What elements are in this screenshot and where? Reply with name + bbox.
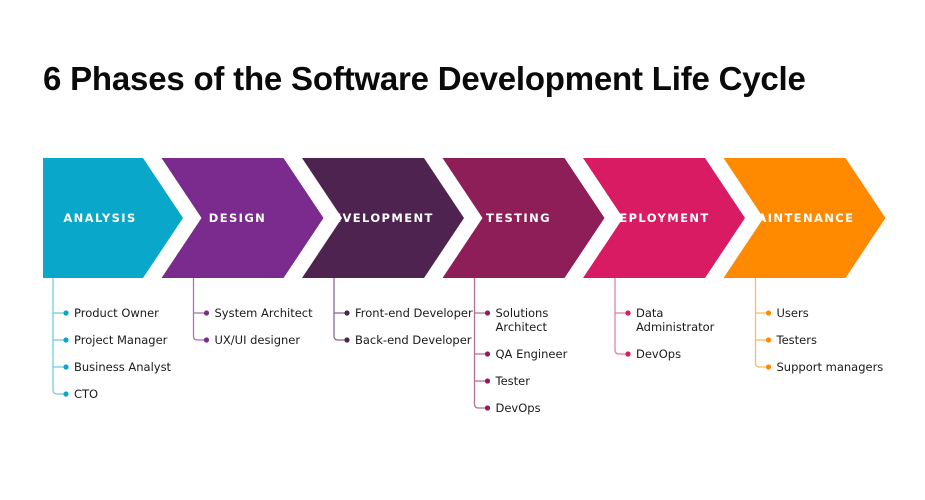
role-text-line: Architect xyxy=(496,320,548,334)
role-text-line: Front-end Developer xyxy=(355,306,473,320)
phase-label: ANALYSIS xyxy=(63,211,136,225)
connector-line xyxy=(52,278,58,395)
phase-deployment: DEPLOYMENT Data Administrator DevOps xyxy=(583,158,745,361)
role-text-line: Solutions xyxy=(496,306,549,320)
phase-design: DESIGN System Architect UX/UI designer xyxy=(161,158,324,347)
bullet-dot-icon xyxy=(344,310,350,316)
role-item: Business Analyst xyxy=(74,360,172,374)
role-text-line: Product Owner xyxy=(74,306,159,320)
role-item: UX/UI designer xyxy=(215,333,301,347)
role-text-line: Data xyxy=(636,306,663,320)
bullet-dot-icon xyxy=(625,351,631,357)
bullet-dot-icon xyxy=(63,337,69,343)
role-text-line: Users xyxy=(777,306,809,320)
bullet-dot-icon xyxy=(765,310,772,316)
bullet-dot-icon xyxy=(63,391,69,397)
connector-line xyxy=(333,278,339,341)
role-item: CTO xyxy=(74,387,98,401)
role-item: Users xyxy=(777,306,809,320)
connector-line xyxy=(473,278,479,409)
role-item: QA Engineer xyxy=(496,347,568,361)
role-text-line: QA Engineer xyxy=(496,347,568,361)
sdlc-diagram: ANALYSIS Product Owner Project Manager Busi… xyxy=(43,158,886,415)
role-item: DevOps xyxy=(496,401,541,415)
bullet-dot-icon xyxy=(625,310,631,316)
phase-label: DEVELOPMENT xyxy=(322,211,433,225)
bullet-dot-icon xyxy=(765,337,772,343)
role-text-line: CTO xyxy=(74,387,98,401)
role-text-line: DevOps xyxy=(636,347,681,361)
phase-label: TESTING xyxy=(486,211,551,225)
role-text-line: Testers xyxy=(776,333,817,347)
role-text-line: UX/UI designer xyxy=(215,333,301,347)
role-text-line: DevOps xyxy=(496,401,541,415)
connector-line xyxy=(192,278,198,341)
phase-testing: TESTING Solutions Architect QA Engineer Test… xyxy=(442,158,605,415)
role-item: Solutions Architect xyxy=(496,306,549,334)
phase-maintenance: MAINTENANCE Users Testers Support managers xyxy=(723,158,886,374)
role-item: Testers xyxy=(776,333,817,347)
role-item: System Architect xyxy=(215,306,314,320)
phase-development: DEVELOPMENT Front-end Developer Back-end D… xyxy=(302,158,473,347)
bullet-dot-icon xyxy=(484,310,491,316)
phase-label: DESIGN xyxy=(209,211,266,225)
role-item: Data Administrator xyxy=(636,306,715,334)
role-item: Project Manager xyxy=(74,333,168,347)
bullet-dot-icon xyxy=(63,310,69,316)
role-item: Tester xyxy=(495,374,531,388)
role-item: Support managers xyxy=(777,360,884,374)
role-text-line: Tester xyxy=(495,374,531,388)
bullet-dot-icon xyxy=(484,378,491,384)
bullet-dot-icon xyxy=(765,364,772,370)
role-item: Front-end Developer xyxy=(355,306,473,320)
connector-line xyxy=(614,278,620,355)
bullet-dot-icon xyxy=(484,351,491,357)
connector-line xyxy=(754,278,760,368)
bullet-dot-icon xyxy=(203,310,210,316)
bullet-dot-icon xyxy=(63,364,69,370)
phase-analysis: ANALYSIS Product Owner Project Manager Busi… xyxy=(43,158,183,401)
bullet-dot-icon xyxy=(203,337,210,343)
role-text-line: Support managers xyxy=(777,360,884,374)
role-text-line: Project Manager xyxy=(74,333,168,347)
role-item: Product Owner xyxy=(74,306,159,320)
role-text-line: System Architect xyxy=(215,306,314,320)
bullet-dot-icon xyxy=(344,337,350,343)
bullet-dot-icon xyxy=(484,405,491,411)
role-item: DevOps xyxy=(636,347,681,361)
role-text-line: Administrator xyxy=(636,320,715,334)
phase-label: DEPLOYMENT xyxy=(608,211,709,225)
role-text-line: Back-end Developer xyxy=(355,333,472,347)
phase-label: MAINTENANCE xyxy=(745,211,855,225)
role-text-line: Business Analyst xyxy=(74,360,172,374)
role-item: Back-end Developer xyxy=(355,333,472,347)
